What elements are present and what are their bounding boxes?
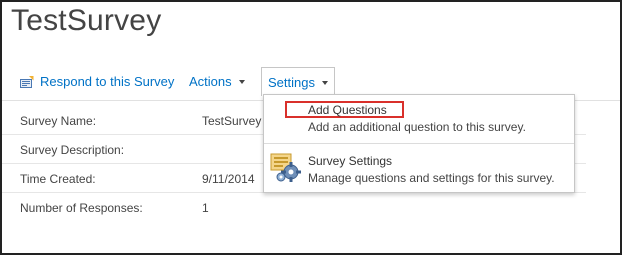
- menu-separator: [264, 143, 574, 144]
- respond-to-survey-button[interactable]: Respond to this Survey: [20, 74, 174, 91]
- property-label: Survey Description:: [20, 143, 125, 157]
- actions-label: Actions: [189, 74, 232, 89]
- property-value: TestSurvey: [202, 114, 262, 128]
- settings-menu-button[interactable]: Settings: [261, 67, 335, 96]
- property-value: 1: [202, 201, 209, 215]
- settings-dropdown-menu: Add Questions Add an additional question…: [263, 94, 575, 193]
- menu-item-description: Manage questions and settings for this s…: [308, 171, 555, 185]
- property-label: Time Created:: [20, 172, 96, 186]
- menu-item-title: Survey Settings: [308, 154, 393, 168]
- property-row: Number of Responses: 1: [2, 193, 586, 221]
- page-frame: TestSurvey Respond to this Survey Action…: [0, 0, 622, 255]
- property-label: Number of Responses:: [20, 201, 143, 215]
- respond-label: Respond to this Survey: [40, 74, 175, 89]
- actions-menu-button[interactable]: Actions: [189, 74, 245, 89]
- property-label: Survey Name:: [20, 114, 97, 128]
- survey-respond-icon: [20, 76, 34, 91]
- menu-item-description: Add an additional question to this surve…: [308, 120, 526, 134]
- menu-item-survey-settings[interactable]: Survey Settings Manage questions and set…: [264, 149, 574, 187]
- page-title: TestSurvey: [11, 4, 162, 37]
- chevron-down-icon: [321, 81, 328, 85]
- menu-item-add-questions[interactable]: Add Questions Add an additional question…: [264, 100, 574, 138]
- gear-settings-icon: [270, 153, 302, 188]
- property-value: 9/11/2014: [202, 172, 255, 186]
- chevron-down-icon: [238, 80, 245, 84]
- settings-label: Settings: [268, 75, 315, 90]
- menu-item-title: Add Questions: [308, 103, 387, 117]
